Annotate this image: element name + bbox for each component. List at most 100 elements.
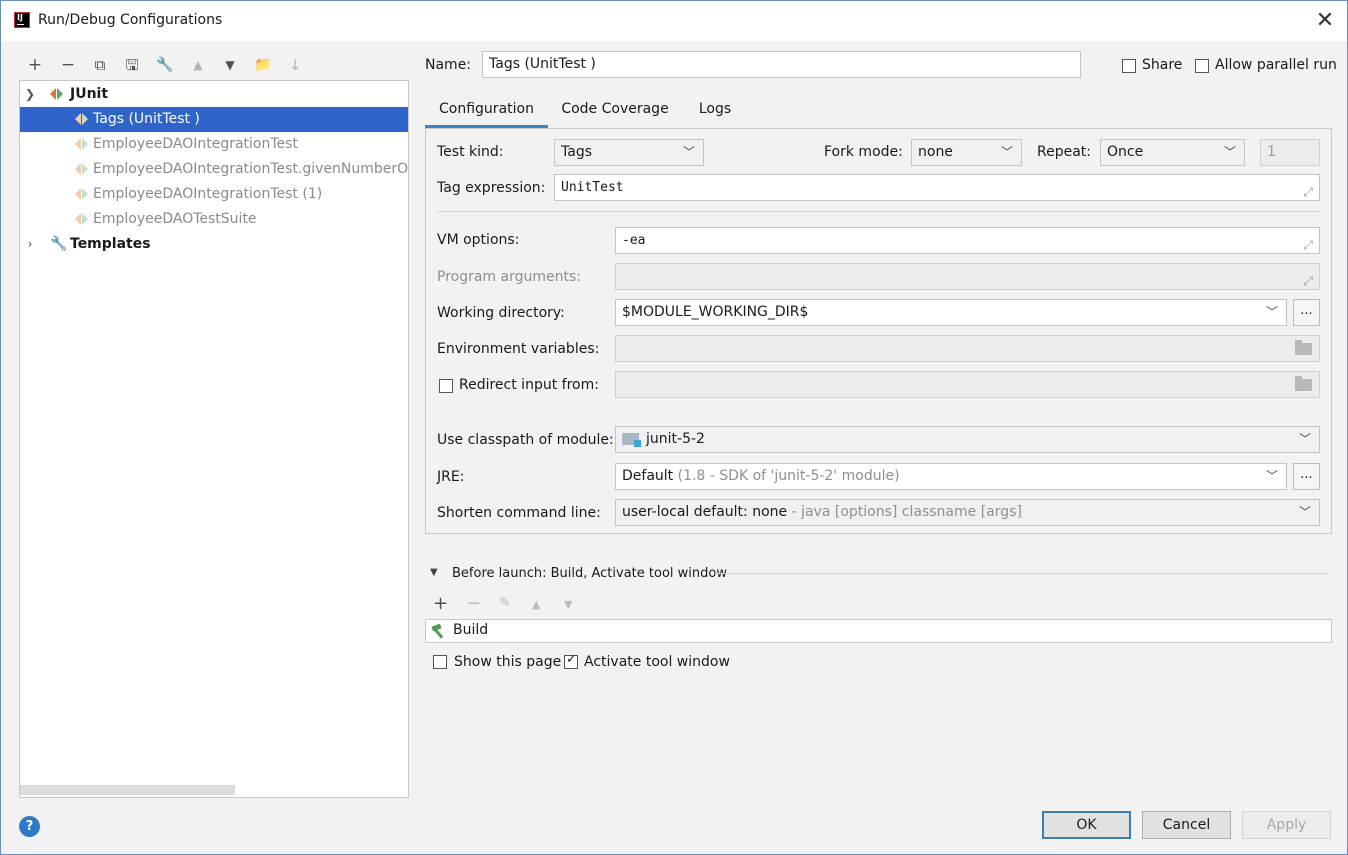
expand-icon[interactable]: ⤢ (1303, 233, 1313, 253)
close-icon[interactable]: ✕ (1311, 7, 1339, 35)
show-this-page-label: Show this page (454, 654, 562, 670)
repeat-select[interactable]: Once ﹀ (1100, 139, 1245, 166)
tree-item[interactable]: EmployeeDAOIntegrationTest (20, 132, 408, 157)
sort-icon[interactable]: ↓ (283, 54, 307, 76)
wrench-icon[interactable]: 🔧 (153, 54, 177, 76)
new-folder-icon[interactable]: 📁 (251, 54, 275, 76)
cancel-button[interactable]: Cancel (1142, 811, 1231, 839)
collapse-triangle-icon[interactable]: ▼ (430, 567, 438, 578)
copy-icon[interactable]: ⧉ (88, 54, 112, 76)
show-this-page-checkbox[interactable] (433, 655, 447, 669)
tree-item-tags-unittest[interactable]: Tags (UnitTest ) (20, 107, 408, 132)
program-arguments-label: Program arguments: (437, 269, 581, 285)
before-launch-title: Before launch: Build, Activate tool wind… (452, 566, 727, 581)
hammer-icon (430, 623, 446, 639)
program-arguments-field[interactable]: ⤢ (615, 263, 1320, 290)
redirect-input-checkbox[interactable] (439, 379, 453, 393)
chevron-down-icon: ﹀ (1265, 469, 1278, 483)
tag-expression-field[interactable]: UnitTest ⤢ (554, 174, 1320, 201)
run-debug-configurations-dialog: IJ Run/Debug Configurations ✕ + − ⧉ 🖫 🔧 … (0, 0, 1348, 855)
share-checkbox[interactable] (1122, 59, 1136, 73)
working-directory-select[interactable]: $MODULE_WORKING_DIR$ ﹀ (615, 299, 1287, 326)
shorten-command-line-value: user-local default: none (622, 504, 788, 520)
expand-icon[interactable]: ⤢ (1303, 180, 1313, 200)
window-title: Run/Debug Configurations (38, 12, 223, 28)
tab-code-coverage[interactable]: Code Coverage (553, 90, 677, 128)
chevron-down-icon: ﹀ (1298, 505, 1311, 519)
environment-variables-label: Environment variables: (437, 341, 600, 357)
environment-variables-field[interactable] (615, 335, 1320, 362)
configuration-tree: ❯ JUnit Tags (UnitTest ) EmployeeDAOInte… (19, 80, 409, 798)
module-icon (622, 433, 641, 447)
allow-parallel-run-label: Allow parallel run (1215, 57, 1337, 73)
jre-select[interactable]: Default (1.8 - SDK of 'junit-5-2' module… (615, 463, 1287, 490)
tree-group-label: JUnit (70, 86, 109, 102)
chevron-right-icon[interactable]: › (24, 232, 36, 257)
shorten-command-line-select[interactable]: user-local default: none - java [options… (615, 499, 1320, 526)
before-launch-item-label: Build (453, 622, 489, 638)
tree-group-junit[interactable]: ❯ JUnit (20, 82, 408, 107)
repeat-count-field[interactable]: 1 (1260, 139, 1320, 166)
chevron-down-icon: ﹀ (1000, 145, 1013, 159)
tab-logs[interactable]: Logs (687, 90, 743, 128)
ok-button[interactable]: OK (1042, 811, 1131, 839)
wrench-icon: 🔧 (50, 236, 68, 252)
tab-configuration[interactable]: Configuration (425, 90, 548, 128)
tree-group-templates[interactable]: › 🔧 Templates (20, 232, 408, 257)
shorten-command-line-hint: - java [options] classname [args] (791, 504, 1022, 520)
move-down-icon[interactable]: ▼ (218, 54, 242, 76)
chevron-down-icon: ﹀ (1223, 145, 1236, 159)
redirect-input-label: Redirect input from: (459, 377, 599, 393)
fork-mode-label: Fork mode: (824, 144, 903, 160)
junit-icon (50, 88, 66, 102)
jre-browse-button[interactable]: ... (1293, 463, 1320, 490)
junit-test-icon (75, 163, 91, 177)
chevron-down-icon: ﹀ (1265, 305, 1278, 319)
vm-options-label: VM options: (437, 232, 520, 248)
move-up-icon[interactable]: ▲ (186, 54, 210, 76)
junit-test-icon (75, 188, 91, 202)
tree-item[interactable]: EmployeeDAOIntegrationTest (1) (20, 182, 408, 207)
junit-test-icon (75, 213, 91, 227)
before-launch-item-build[interactable]: Build (425, 619, 1332, 643)
horizontal-scrollbar[interactable] (20, 785, 235, 795)
working-directory-browse-button[interactable]: ... (1293, 299, 1320, 326)
tree-item[interactable]: EmployeeDAOIntegrationTest.givenNumberOf… (20, 157, 408, 182)
move-task-up-icon[interactable]: ▲ (532, 598, 540, 611)
classpath-module-value: junit-5-2 (646, 431, 705, 447)
chevron-down-icon: ﹀ (1298, 432, 1311, 446)
folder-icon[interactable] (1295, 376, 1312, 391)
tag-expression-value: UnitTest (561, 180, 624, 195)
junit-test-icon (75, 113, 91, 127)
tree-item[interactable]: EmployeeDAOTestSuite (20, 207, 408, 232)
fork-mode-select[interactable]: none ﹀ (911, 139, 1022, 166)
vm-options-field[interactable]: -ea ⤢ (615, 227, 1320, 254)
move-task-down-icon[interactable]: ▼ (564, 598, 572, 611)
redirect-input-field[interactable] (615, 371, 1320, 398)
remove-task-icon[interactable]: − (466, 593, 481, 614)
test-kind-select[interactable]: Tags ﹀ (554, 139, 704, 166)
help-icon[interactable]: ? (19, 816, 40, 837)
divider (437, 211, 1320, 212)
save-icon[interactable]: 🖫 (120, 54, 144, 76)
intellij-icon: IJ (14, 12, 30, 28)
chevron-down-icon: ﹀ (682, 145, 695, 159)
chevron-down-icon[interactable]: ❯ (24, 82, 36, 107)
name-field[interactable]: Tags (UnitTest ) (482, 51, 1081, 78)
remove-icon[interactable]: − (56, 54, 80, 76)
expand-icon[interactable]: ⤢ (1303, 269, 1313, 289)
activate-tool-window-checkbox[interactable] (564, 652, 578, 669)
working-directory-label: Working directory: (437, 305, 565, 321)
add-task-icon[interactable]: + (433, 593, 448, 614)
folder-icon[interactable] (1295, 340, 1312, 355)
jre-value: Default (622, 468, 674, 484)
edit-task-icon[interactable]: ✎ (499, 595, 511, 611)
apply-button[interactable]: Apply (1242, 811, 1331, 839)
title-bar: IJ Run/Debug Configurations ✕ (1, 1, 1347, 41)
tree-item-label: Tags (UnitTest ) (93, 111, 200, 127)
jre-label: JRE: (437, 469, 465, 485)
tree-item-label: EmployeeDAOIntegrationTest (1) (93, 186, 323, 202)
allow-parallel-run-checkbox[interactable] (1195, 59, 1209, 73)
add-icon[interactable]: + (23, 54, 47, 76)
classpath-module-select[interactable]: junit-5-2 ﹀ (615, 426, 1320, 453)
